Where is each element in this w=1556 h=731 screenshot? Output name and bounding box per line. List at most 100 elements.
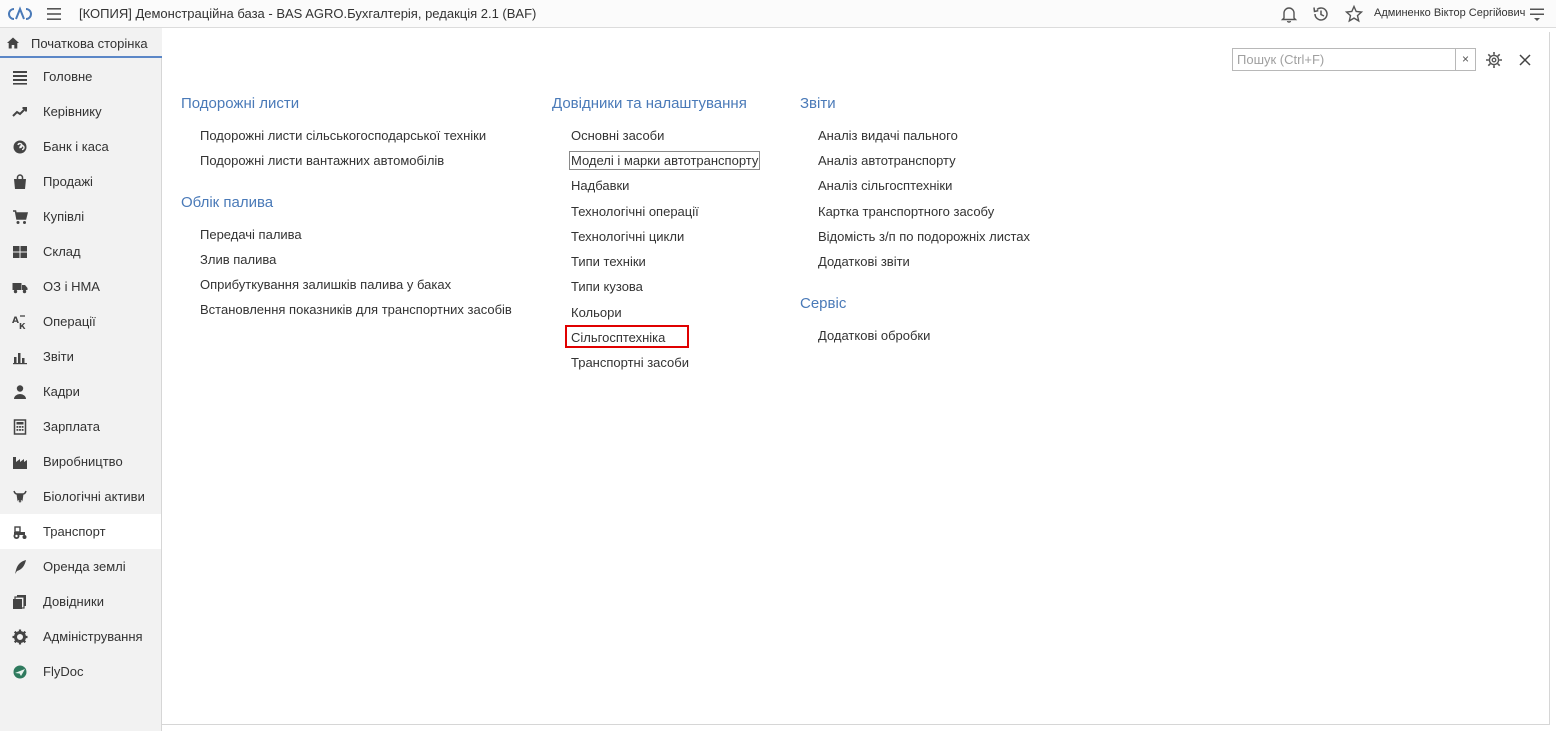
sidebar-item-purchases[interactable]: Купівлі bbox=[0, 199, 161, 234]
star-icon[interactable] bbox=[1344, 4, 1364, 24]
link-colors[interactable]: Кольори bbox=[571, 305, 622, 320]
app-logo-icon[interactable] bbox=[5, 5, 35, 23]
sidebar-item-production[interactable]: Виробництво bbox=[0, 444, 161, 479]
search-input[interactable] bbox=[1233, 49, 1455, 70]
settings-gear-icon[interactable] bbox=[1485, 51, 1503, 69]
cow-icon bbox=[13, 490, 27, 503]
sidebar-item-land-lease[interactable]: Оренда землі bbox=[0, 549, 161, 584]
truck-icon bbox=[12, 283, 28, 294]
app-title: [КОПИЯ] Демонстраційна база - BAS AGRO.Б… bbox=[79, 6, 537, 21]
link-fuel-tank-balances[interactable]: Оприбуткування залишків палива у баках bbox=[200, 277, 451, 292]
section-title-waybills: Подорожні листи bbox=[181, 95, 300, 112]
sidebar-item-label: FlyDoc bbox=[43, 664, 84, 679]
calculator-icon bbox=[13, 419, 27, 435]
svg-text:К: К bbox=[19, 322, 26, 330]
sidebar-item-label: Адміністрування bbox=[43, 629, 143, 644]
link-agri-machinery[interactable]: Сільгосптехніка bbox=[571, 330, 665, 345]
sidebar-item-label: Банк і каса bbox=[43, 139, 109, 154]
sidebar-item-label: Керівнику bbox=[43, 104, 102, 119]
sidebar-item-label: Головне bbox=[43, 69, 93, 84]
sidebar-item-bio-assets[interactable]: Біологічні активи bbox=[0, 479, 161, 514]
link-waybill-salary-statement[interactable]: Відомість з/п по подорожніх листах bbox=[818, 229, 1030, 244]
link-vehicle-card[interactable]: Картка транспортного засобу bbox=[818, 204, 994, 219]
gear-icon bbox=[12, 629, 28, 645]
tab-home-page[interactable]: Початкова сторінка bbox=[0, 28, 162, 58]
link-fixed-assets[interactable]: Основні засоби bbox=[571, 128, 664, 143]
sidebar-item-payroll[interactable]: Зарплата bbox=[0, 409, 161, 444]
tab-home-page-label: Початкова сторінка bbox=[31, 36, 148, 51]
sidebar-item-label: Довідники bbox=[43, 594, 104, 609]
sidebar-item-bank[interactable]: Банк і каса bbox=[0, 129, 161, 164]
search-clear-button[interactable]: × bbox=[1455, 49, 1475, 70]
search-box: × bbox=[1232, 48, 1476, 71]
link-waybills-agri-machinery[interactable]: Подорожні листи сільськогосподарської те… bbox=[200, 128, 486, 143]
close-icon[interactable] bbox=[1518, 53, 1532, 67]
link-tech-cycles[interactable]: Технологічні цикли bbox=[571, 229, 684, 244]
sidebar-item-label: Виробництво bbox=[43, 454, 123, 469]
feather-icon bbox=[15, 560, 26, 574]
user-name[interactable]: Админенко Віктор Сергійович bbox=[1374, 7, 1525, 19]
link-waybills-trucks[interactable]: Подорожні листи вантажних автомобілів bbox=[200, 153, 444, 168]
section-title-reports: Звіти bbox=[800, 95, 836, 112]
tractor-icon bbox=[13, 526, 27, 539]
link-tech-operations[interactable]: Технологічні операції bbox=[571, 204, 699, 219]
sidebar-item-reports[interactable]: Звіти bbox=[0, 339, 161, 374]
hamburger-menu-icon[interactable] bbox=[44, 5, 64, 23]
link-additional-reports[interactable]: Додаткові звіти bbox=[818, 254, 910, 269]
sidebar-item-operations[interactable]: АК Операції bbox=[0, 304, 161, 339]
sidebar: Початкова сторінка Головне Керівнику Бан… bbox=[0, 28, 162, 731]
functions-menu-icon[interactable] bbox=[1527, 4, 1547, 24]
sidebar-item-flydoc[interactable]: FlyDoc bbox=[0, 654, 161, 689]
trend-icon bbox=[12, 107, 27, 117]
history-icon[interactable] bbox=[1311, 4, 1331, 24]
sidebar-item-label: Біологічні активи bbox=[43, 489, 145, 504]
sidebar-item-label: ОЗ і НМА bbox=[43, 279, 100, 294]
svg-text:А: А bbox=[12, 316, 19, 326]
section-title-catalogs: Довідники та налаштування bbox=[552, 95, 747, 112]
sidebar-item-label: Звіти bbox=[43, 349, 74, 364]
bag-icon bbox=[14, 174, 26, 189]
link-body-types[interactable]: Типи кузова bbox=[571, 279, 643, 294]
link-fuel-issue-analysis[interactable]: Аналіз видачі пального bbox=[818, 128, 958, 143]
cart-icon bbox=[13, 210, 28, 224]
sidebar-item-manager[interactable]: Керівнику bbox=[0, 94, 161, 129]
sidebar-item-main[interactable]: Головне bbox=[0, 59, 161, 94]
sidebar-item-label: Зарплата bbox=[43, 419, 100, 434]
home-icon bbox=[7, 37, 19, 49]
link-vehicle-models[interactable]: Моделі і марки автотранспорту bbox=[568, 151, 761, 170]
sidebar-item-label: Операції bbox=[43, 314, 96, 329]
sidebar-item-hr[interactable]: Кадри bbox=[0, 374, 161, 409]
sidebar-item-label: Кадри bbox=[43, 384, 80, 399]
link-vehicle-indicators[interactable]: Встановлення показників для транспортних… bbox=[200, 302, 512, 317]
link-additional-processing[interactable]: Додаткові обробки bbox=[818, 328, 930, 343]
sidebar-item-sales[interactable]: Продажі bbox=[0, 164, 161, 199]
link-vehicle-analysis[interactable]: Аналіз автотранспорту bbox=[818, 153, 956, 168]
sidebar-item-fixed-assets[interactable]: ОЗ і НМА bbox=[0, 269, 161, 304]
link-agri-machinery-analysis[interactable]: Аналіз сільгосптехніки bbox=[818, 178, 952, 193]
sidebar-item-label: Склад bbox=[43, 244, 81, 259]
link-fuel-transfers[interactable]: Передачі палива bbox=[200, 227, 302, 242]
list-icon bbox=[13, 71, 27, 85]
section-title-fuel: Облік палива bbox=[181, 194, 274, 211]
sidebar-item-administration[interactable]: Адміністрування bbox=[0, 619, 161, 654]
link-surcharges[interactable]: Надбавки bbox=[571, 178, 629, 193]
person-icon bbox=[14, 385, 26, 399]
operations-icon: АК bbox=[12, 315, 26, 330]
section-title-service: Сервіс bbox=[800, 295, 847, 312]
sidebar-item-label: Оренда землі bbox=[43, 559, 126, 574]
sidebar-item-catalogs[interactable]: Довідники bbox=[0, 584, 161, 619]
bell-icon[interactable] bbox=[1279, 4, 1299, 24]
sidebar-item-label: Купівлі bbox=[43, 209, 85, 224]
bar-chart-icon bbox=[13, 353, 27, 365]
books-icon bbox=[13, 595, 26, 609]
factory-icon bbox=[13, 457, 27, 469]
link-vehicles[interactable]: Транспортні засоби bbox=[571, 355, 689, 370]
sidebar-item-label: Транспорт bbox=[43, 524, 106, 539]
sidebar-item-transport[interactable]: Транспорт bbox=[0, 514, 161, 549]
flydoc-icon bbox=[13, 665, 27, 679]
link-fuel-drain[interactable]: Злив палива bbox=[200, 252, 276, 267]
sidebar-item-warehouse[interactable]: Склад bbox=[0, 234, 161, 269]
coin-icon bbox=[13, 140, 27, 154]
sidebar-item-label: Продажі bbox=[43, 174, 93, 189]
link-machinery-types[interactable]: Типи техніки bbox=[571, 254, 646, 269]
